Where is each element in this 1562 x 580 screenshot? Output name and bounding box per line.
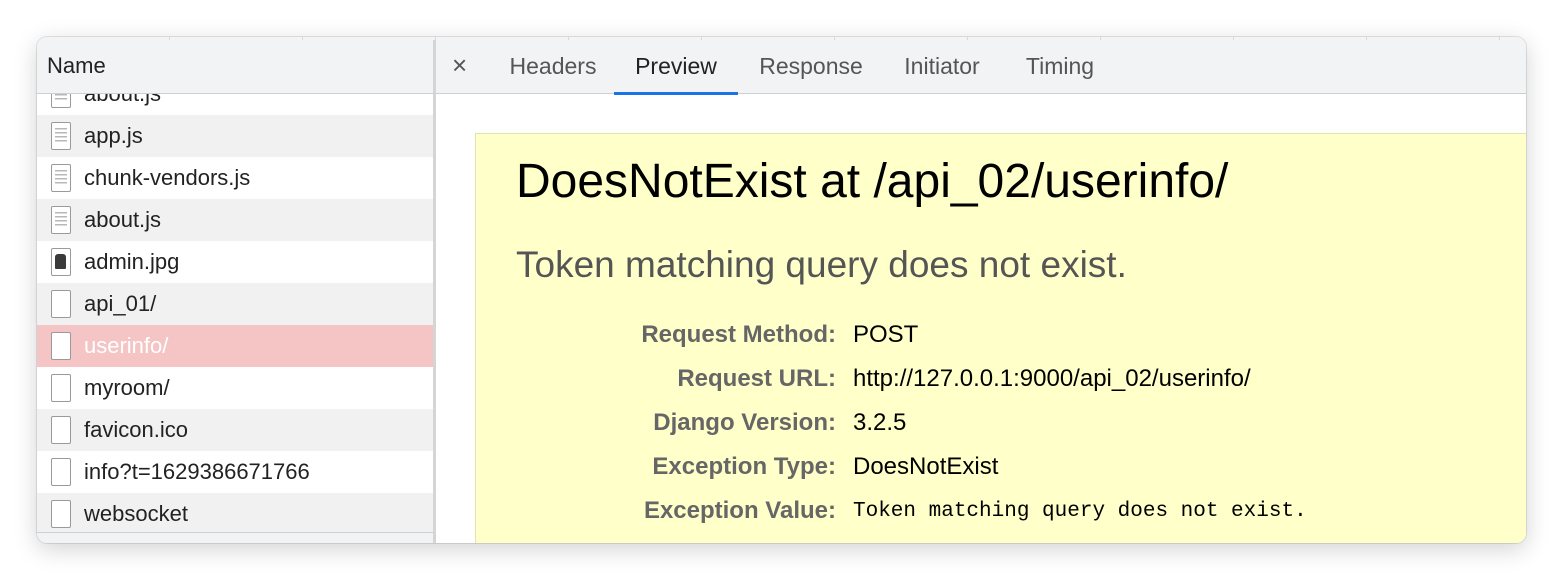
meta-label: Request Method:	[641, 321, 836, 348]
request-name: websocket	[84, 501, 188, 526]
meta-row: Exception Type: DoesNotExist	[476, 453, 1526, 483]
request-row[interactable]: about.js	[37, 199, 433, 241]
request-row[interactable]: app.js	[37, 115, 433, 157]
tab-preview[interactable]: Preview	[614, 40, 738, 95]
meta-value: 3.2.5	[853, 409, 907, 436]
document-icon	[51, 458, 71, 486]
meta-label: Exception Type:	[652, 453, 836, 480]
meta-row: Django Version: 3.2.5	[476, 409, 1526, 439]
tab-initiator[interactable]: Initiator	[888, 40, 996, 94]
request-name: api_01/	[84, 291, 157, 316]
close-icon[interactable]: ×	[452, 50, 467, 80]
request-list: about.js app.js chunk-vendors.js about.j…	[37, 94, 433, 534]
request-name: app.js	[84, 123, 143, 148]
document-icon	[51, 416, 71, 444]
meta-value: DoesNotExist	[853, 453, 999, 480]
js-file-icon	[51, 94, 71, 108]
tab-timing[interactable]: Timing	[1012, 40, 1108, 94]
request-name: about.js	[84, 207, 162, 232]
request-row[interactable]: api_01/	[37, 283, 433, 325]
request-name: userinfo/	[84, 333, 169, 358]
error-subtitle: Token matching query does not exist.	[516, 244, 1127, 285]
request-name: chunk-vendors.js	[84, 165, 251, 190]
js-file-icon	[51, 164, 71, 192]
devtools-window: Name about.js app.js chunk-vendors.js ab…	[37, 37, 1526, 543]
document-icon	[51, 374, 71, 402]
request-row[interactable]: favicon.ico	[37, 409, 433, 451]
document-icon	[51, 290, 71, 318]
meta-value: http://127.0.0.1:9000/api_02/userinfo/	[853, 365, 1251, 392]
request-name: info?t=1629386671766	[84, 459, 310, 484]
tab-headers[interactable]: Headers	[494, 40, 612, 94]
name-column-header[interactable]: Name	[37, 40, 433, 94]
request-row[interactable]: websocket	[37, 493, 433, 534]
meta-value: Token matching query does not exist.	[853, 500, 1307, 523]
document-icon	[51, 500, 71, 528]
document-icon	[51, 332, 71, 360]
request-row[interactable]: about.js	[37, 94, 433, 115]
request-details-panel: × Headers Preview Response Initiator Tim…	[436, 40, 1526, 543]
meta-label: Request URL:	[677, 365, 836, 392]
request-list-panel: Name about.js app.js chunk-vendors.js ab…	[37, 40, 433, 543]
tab-response[interactable]: Response	[748, 40, 874, 94]
meta-row: Request URL: http://127.0.0.1:9000/api_0…	[476, 365, 1526, 395]
request-row[interactable]: info?t=1629386671766	[37, 451, 433, 493]
image-file-icon	[51, 248, 71, 276]
request-list-footer	[37, 532, 433, 543]
request-row[interactable]: myroom/	[37, 367, 433, 409]
meta-row: Exception Value: Token matching query do…	[476, 497, 1526, 527]
js-file-icon	[51, 206, 71, 234]
request-row[interactable]: admin.jpg	[37, 241, 433, 283]
details-tabbar: × Headers Preview Response Initiator Tim…	[436, 40, 1526, 95]
js-file-icon	[51, 122, 71, 150]
request-name: about.js	[84, 94, 161, 107]
meta-label: Exception Value:	[643, 497, 836, 524]
request-row-selected[interactable]: userinfo/	[37, 325, 433, 367]
request-name: favicon.ico	[84, 417, 188, 442]
meta-label: Django Version:	[653, 409, 836, 436]
error-title: DoesNotExist at /api_02/userinfo/	[516, 155, 1229, 208]
meta-value: POST	[853, 321, 919, 348]
error-preview: DoesNotExist at /api_02/userinfo/ Token …	[475, 133, 1526, 543]
request-row[interactable]: chunk-vendors.js	[37, 157, 433, 199]
request-name: admin.jpg	[84, 249, 180, 274]
meta-row: Request Method: POST	[476, 321, 1526, 351]
request-name: myroom/	[84, 375, 170, 400]
